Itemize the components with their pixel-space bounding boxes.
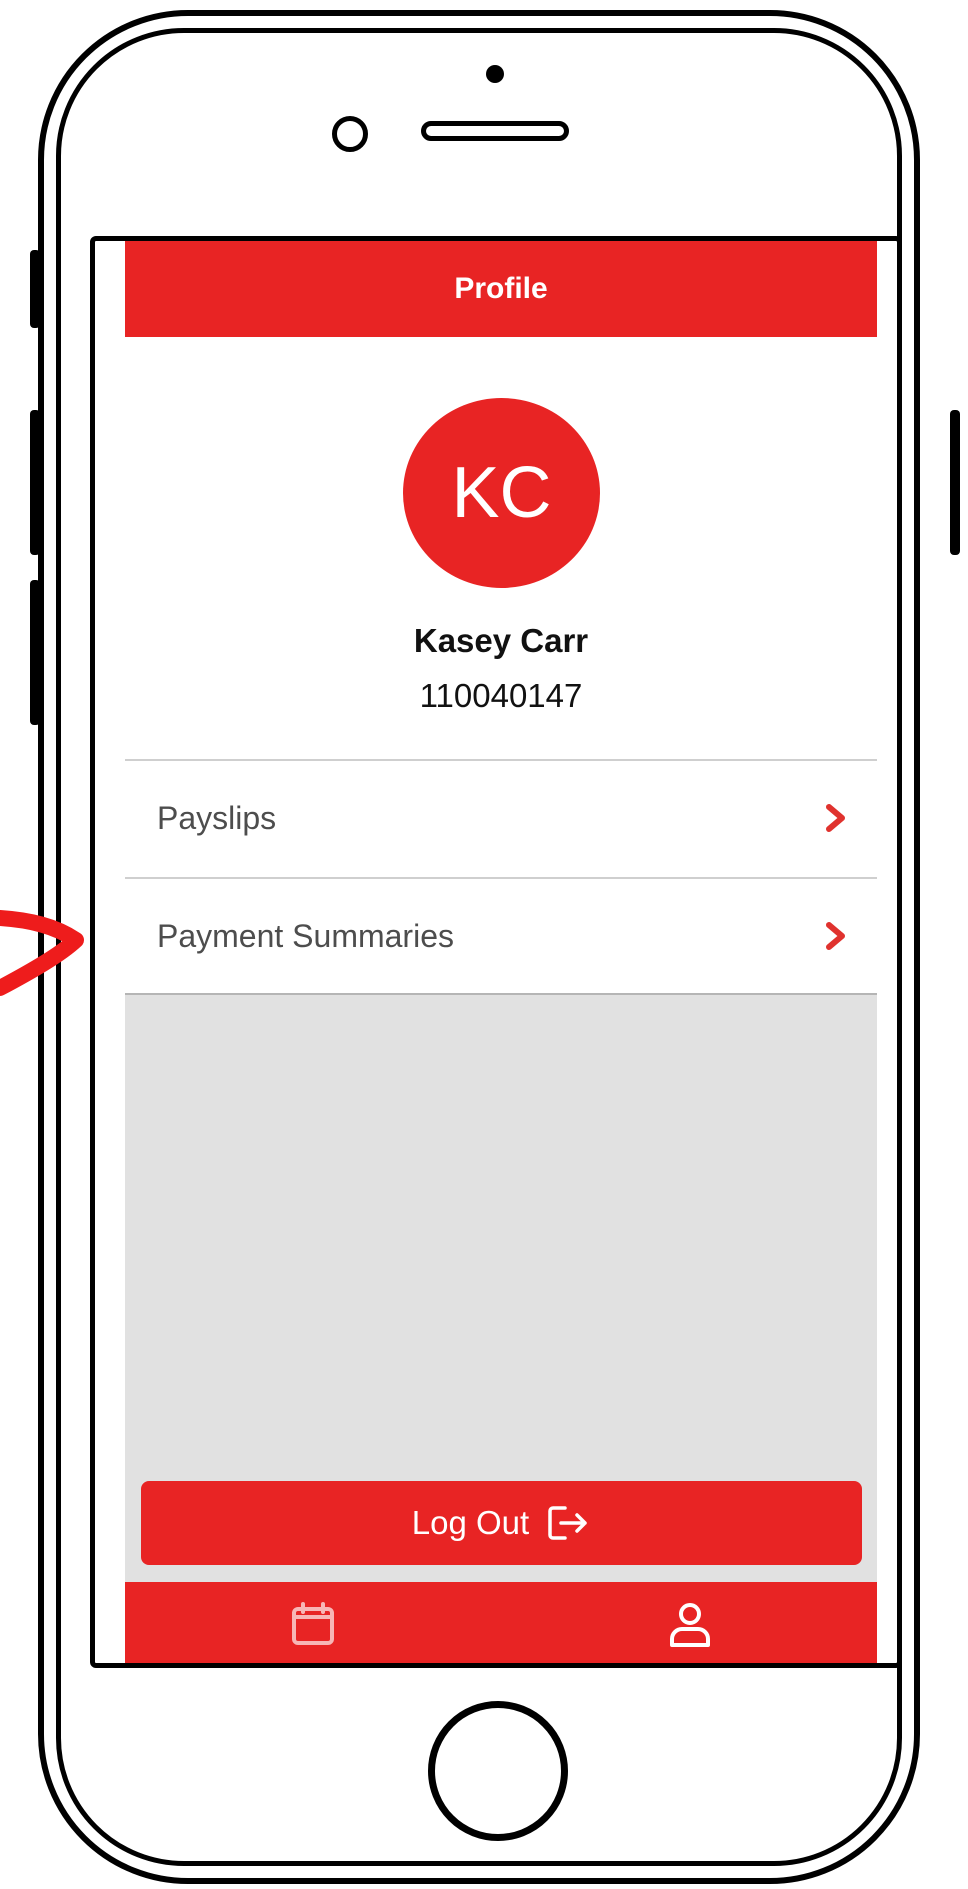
profile-screen: Profile KC Kasey Carr 110040147 Payslips… [125, 241, 877, 1663]
avatar-initials: KC [451, 453, 552, 533]
menu-item-payslips[interactable]: Payslips [125, 759, 877, 875]
chevron-right-icon [826, 922, 845, 950]
avatar: KC [403, 398, 600, 588]
annotation-arrow [0, 910, 84, 996]
menu-item-label: Payment Summaries [157, 917, 454, 954]
earpiece-speaker [421, 121, 569, 141]
logout-icon [548, 1506, 587, 1540]
menu-item-payment-summaries[interactable]: Payment Summaries [125, 877, 877, 993]
chevron-right-icon [826, 804, 845, 832]
tab-bar [125, 1582, 877, 1663]
header-bar: Profile [125, 241, 877, 337]
logout-label: Log Out [411, 1504, 530, 1541]
calendar-icon[interactable] [291, 1602, 335, 1646]
user-icon[interactable] [668, 1602, 712, 1648]
home-button[interactable] [428, 1701, 568, 1841]
volume-up-button [30, 410, 40, 555]
profile-name: Kasey Carr [413, 622, 589, 659]
employee-id: 110040147 [419, 677, 583, 714]
menu-item-label: Payslips [157, 799, 277, 836]
proximity-sensor [486, 65, 504, 83]
logout-button[interactable]: Log Out [141, 1481, 862, 1565]
mute-switch [30, 250, 40, 328]
page-title: Profile [454, 272, 548, 305]
volume-down-button [30, 580, 40, 725]
front-camera [332, 116, 368, 152]
power-button [950, 410, 960, 555]
